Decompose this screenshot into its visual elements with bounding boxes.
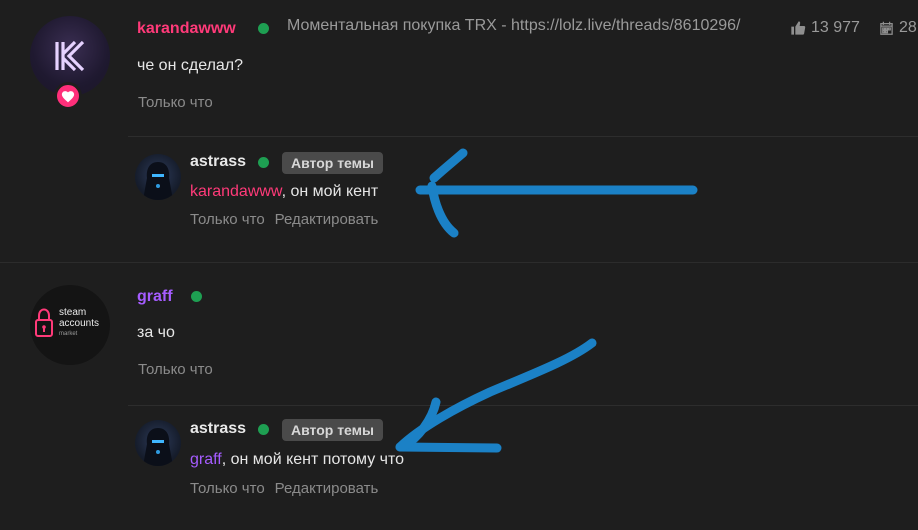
mention-link[interactable]: karandawww (190, 183, 282, 200)
online-indicator (258, 424, 269, 435)
user-status[interactable]: Моментальная покупка TRX - https://lolz.… (287, 17, 741, 35)
post-message: за чо (137, 324, 175, 341)
post-time[interactable]: Только что (138, 361, 222, 378)
heart-icon (61, 90, 75, 102)
online-indicator (258, 157, 269, 168)
topic-author-badge: Автор темы (282, 419, 383, 441)
topic-author-badge: Автор темы (282, 152, 383, 174)
author-name[interactable]: karandawww (137, 19, 236, 39)
post-karandawww: karandawww Моментальная покупка TRX - ht… (0, 0, 918, 262)
stat2-value: 28 (899, 19, 917, 36)
likes-value: 13 977 (811, 19, 860, 36)
comment-time[interactable]: Только что (190, 211, 265, 228)
hooded-figure-icon (143, 428, 173, 466)
comment-author[interactable]: astrass (190, 420, 246, 438)
steam-logo-text: steam accounts market (59, 307, 100, 337)
online-indicator (191, 291, 202, 302)
post-message: че он сделал? (137, 57, 244, 74)
hooded-figure-icon (143, 162, 173, 200)
likes-count: 13 977 (790, 19, 860, 37)
thumbs-up-icon (791, 21, 806, 35)
heart-badge (54, 82, 82, 110)
avatar[interactable]: steam accounts market (30, 285, 110, 365)
edit-link[interactable]: Редактировать (275, 480, 379, 497)
mention-link[interactable]: graff (190, 451, 222, 468)
post-graff: steam accounts market graff за чо Только… (0, 262, 918, 529)
avatar[interactable] (135, 420, 181, 466)
comment-meta: Только что Редактировать (190, 480, 388, 497)
online-indicator (258, 23, 269, 34)
edit-link[interactable]: Редактировать (275, 211, 379, 228)
comment-meta: Только что Редактировать (190, 211, 388, 228)
comment-author[interactable]: astrass (190, 153, 246, 171)
registration-stat: 28 (879, 19, 917, 37)
comment: astrass Автор темы karandawww, он мой ке… (128, 137, 918, 261)
author-name[interactable]: graff (137, 287, 173, 307)
calendar-icon (880, 21, 893, 35)
post-time[interactable]: Только что (138, 94, 222, 111)
comment-time[interactable]: Только что (190, 480, 265, 497)
comment-text: karandawww, он мой кент (190, 183, 379, 200)
comment: astrass Автор темы graff, он мой кент по… (128, 406, 918, 530)
comment-text: graff, он мой кент потому что (190, 451, 405, 468)
avatar[interactable] (135, 154, 181, 200)
